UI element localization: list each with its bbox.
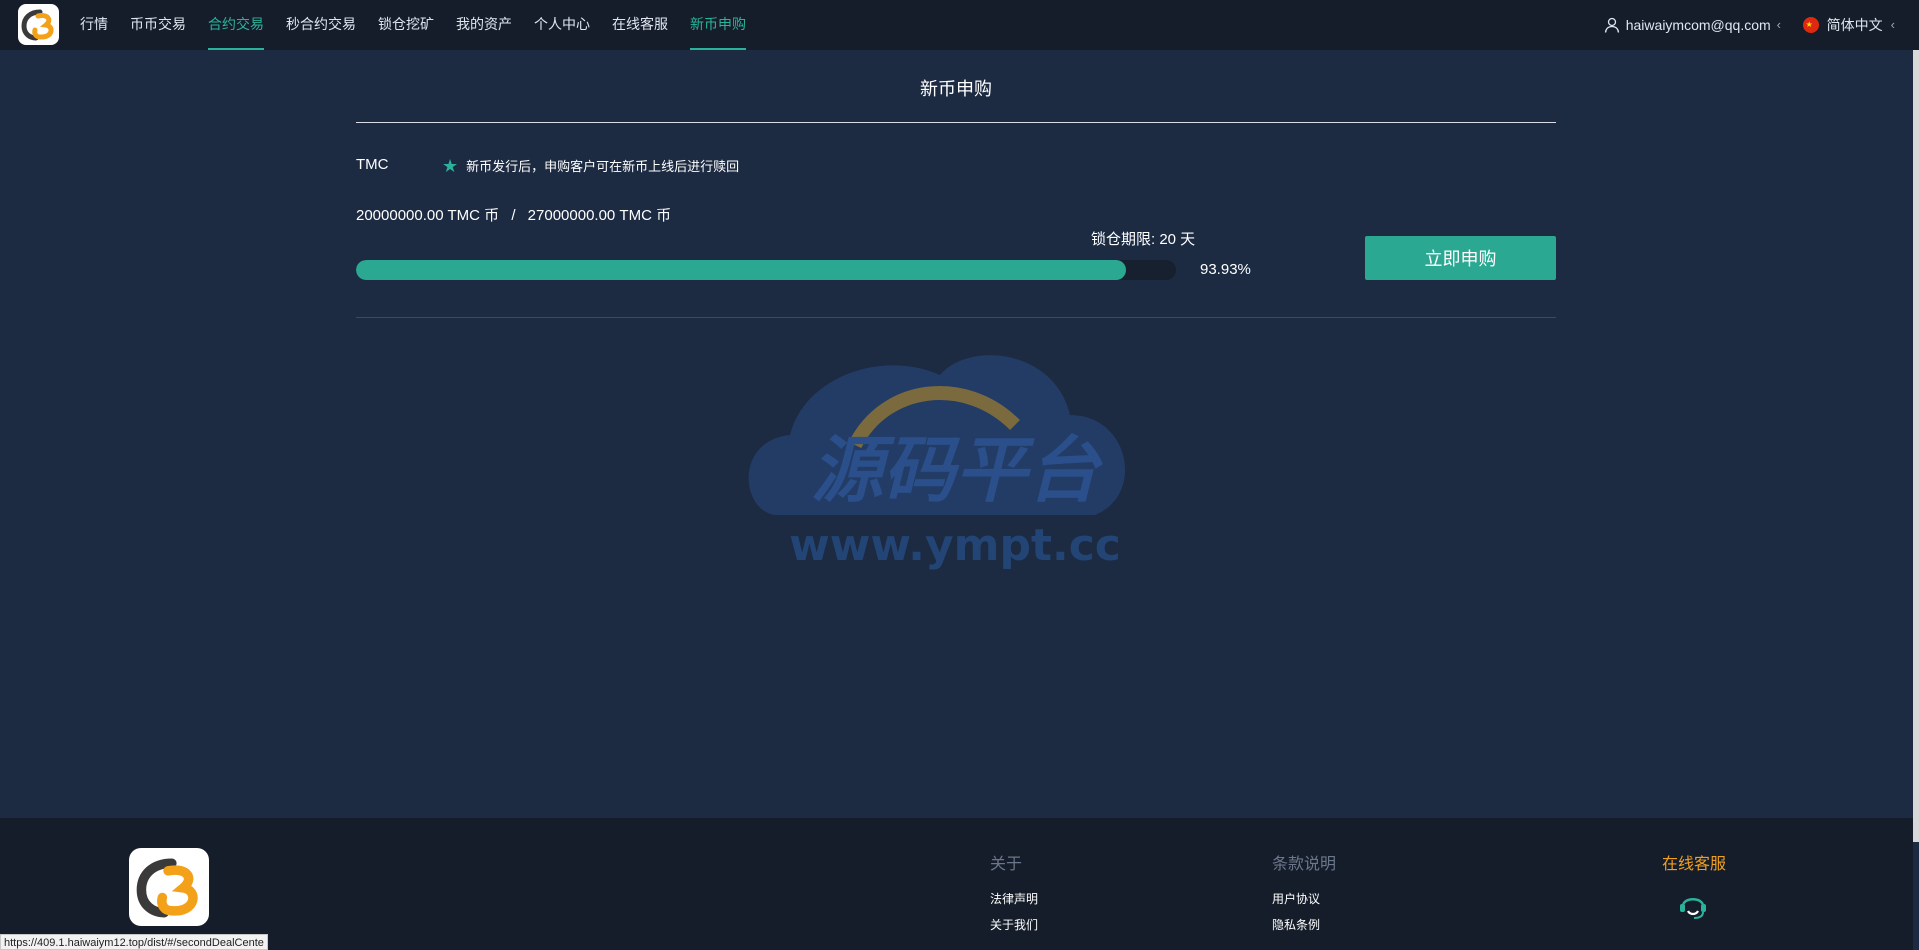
watermark-logo: 源码平台 www.ympt.cc bbox=[748, 355, 1126, 571]
nav-item-lock-mining[interactable]: 锁仓挖矿 bbox=[378, 0, 434, 50]
nav-item-personal-center[interactable]: 个人中心 bbox=[534, 0, 590, 50]
title-divider bbox=[356, 122, 1556, 123]
footer-terms-column: 条款说明 用户协议 隐私条例 bbox=[1272, 850, 1336, 938]
scrollbar[interactable] bbox=[1913, 50, 1919, 842]
nav-item-new-coin-subscription[interactable]: 新币申购 bbox=[690, 0, 746, 50]
notice-text: 新币发行后，申购客户可在新币上线后进行赎回 bbox=[466, 159, 740, 174]
watermark-main-text: 源码平台 bbox=[811, 428, 1103, 512]
chevron-left-icon: ‹ bbox=[1776, 17, 1781, 32]
footer-link-legal-statement[interactable]: 法律声明 bbox=[990, 886, 1038, 912]
progress-percent: 93.93% bbox=[1200, 261, 1251, 278]
china-flag-icon bbox=[1802, 1, 1819, 49]
user-icon bbox=[1604, 17, 1619, 33]
footer-about-column: 关于 法律声明 关于我们 bbox=[990, 850, 1038, 938]
headset-icon[interactable] bbox=[1677, 889, 1709, 921]
page-title: 新币申购 bbox=[920, 79, 992, 99]
brand-logo-icon bbox=[136, 858, 198, 918]
footer-support-heading: 在线客服 bbox=[1662, 856, 1727, 873]
progress-bar-fill bbox=[356, 260, 1127, 280]
nav-item-market[interactable]: 行情 bbox=[80, 0, 108, 50]
main-nav: 行情 币币交易 合约交易 秒合约交易 锁仓挖矿 我的资产 个人中心 在线客服 新… bbox=[80, 0, 768, 50]
subscription-amounts: 20000000.00 TMC 币 / 27000000.00 TMC 币 bbox=[356, 204, 671, 225]
nav-item-second-contract[interactable]: 秒合约交易 bbox=[286, 0, 356, 50]
redemption-notice: ★ 新币发行后，申购客户可在新币上线后进行赎回 bbox=[442, 156, 739, 175]
nav-item-contract-trading[interactable]: 合约交易 bbox=[208, 0, 264, 50]
language-label: 简体中文 bbox=[1826, 17, 1883, 33]
footer: 关于 法律声明 关于我们 条款说明 用户协议 隐私条例 在线客服 bbox=[0, 818, 1913, 950]
lock-period: 锁仓期限: 20 天 bbox=[1091, 231, 1196, 248]
subscribe-now-button[interactable]: 立即申购 bbox=[1365, 236, 1556, 280]
footer-link-about-us[interactable]: 关于我们 bbox=[990, 912, 1038, 938]
brand-logo-icon bbox=[21, 9, 54, 41]
nav-item-spot-trading[interactable]: 币币交易 bbox=[130, 0, 186, 50]
language-selector[interactable]: 简体中文 ‹ bbox=[1802, 0, 1895, 50]
amount-separator: / bbox=[511, 207, 516, 224]
amount-total: 27000000.00 TMC 币 bbox=[527, 207, 672, 224]
coin-symbol: TMC bbox=[356, 156, 389, 173]
footer-link-privacy-policy[interactable]: 隐私条例 bbox=[1272, 912, 1336, 938]
section-divider bbox=[356, 317, 1556, 318]
brand-logo[interactable] bbox=[18, 4, 59, 45]
user-menu[interactable]: haiwaiymcom@qq.com ‹ bbox=[1604, 0, 1781, 50]
footer-link-user-agreement[interactable]: 用户协议 bbox=[1272, 886, 1336, 912]
footer-about-heading: 关于 bbox=[990, 856, 1023, 873]
top-nav-bar: 行情 币币交易 合约交易 秒合约交易 锁仓挖矿 我的资产 个人中心 在线客服 新… bbox=[0, 0, 1919, 50]
star-icon: ★ bbox=[442, 155, 459, 176]
nav-item-online-support[interactable]: 在线客服 bbox=[612, 0, 668, 50]
watermark-url-text: www.ympt.cc bbox=[789, 520, 1121, 571]
footer-brand-logo bbox=[129, 848, 209, 926]
chevron-left-icon: ‹ bbox=[1890, 17, 1895, 32]
user-email: haiwaiymcom@qq.com bbox=[1625, 17, 1771, 33]
nav-item-my-assets[interactable]: 我的资产 bbox=[456, 0, 512, 50]
amount-sold: 20000000.00 TMC 币 bbox=[356, 207, 500, 224]
footer-terms-heading: 条款说明 bbox=[1272, 856, 1337, 873]
browser-status-url: https://409.1.haiwaiym12.top/dist/#/seco… bbox=[0, 934, 268, 950]
progress-bar bbox=[356, 260, 1176, 280]
